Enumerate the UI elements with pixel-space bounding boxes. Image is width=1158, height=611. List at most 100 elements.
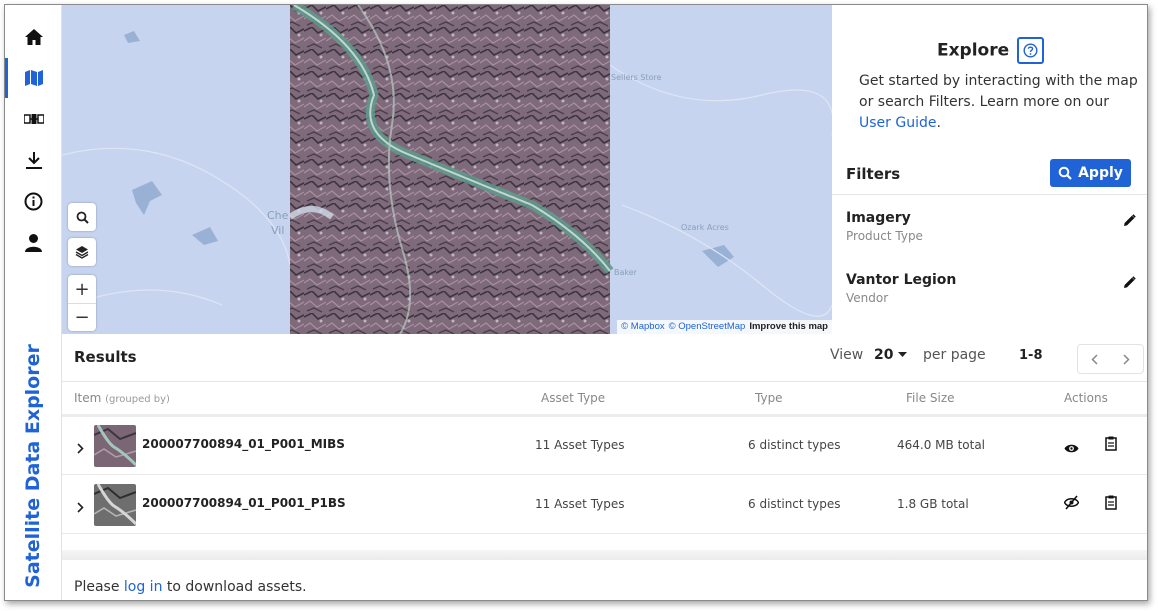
- filter-type: Product Type: [846, 229, 923, 243]
- explore-heading: Explore: [832, 37, 1147, 64]
- row-thumbnail: [94, 425, 136, 467]
- app-window: Satellite Data Explorer Sellers Store Oz…: [4, 4, 1148, 601]
- column-header-actions: Actions: [1064, 391, 1108, 405]
- mapbox-link[interactable]: © Mapbox: [621, 321, 664, 333]
- results-title: Results: [74, 348, 137, 366]
- edit-filter-button[interactable]: [1123, 274, 1136, 293]
- divider: [832, 194, 1147, 195]
- info-icon: [24, 192, 43, 210]
- divider: [62, 381, 1147, 382]
- map-view[interactable]: Sellers Store Ozark Acres Baker Che Vil …: [62, 5, 832, 334]
- map-label: Ozark Acres: [681, 223, 729, 232]
- view-label: View: [830, 347, 864, 363]
- zoom-controls: + −: [68, 275, 96, 331]
- eye-icon: [1064, 444, 1079, 453]
- explore-title: Explore: [936, 40, 1010, 61]
- explore-panel: Explore Get started by interacting with …: [832, 5, 1147, 334]
- filters-title: Filters: [846, 165, 901, 183]
- asset-types-cell: 11 Asset Types: [535, 438, 625, 452]
- prev-page-button[interactable]: [1078, 345, 1111, 373]
- map-label: Baker: [614, 268, 637, 277]
- expand-row-button[interactable]: [77, 498, 84, 517]
- satellite-button[interactable]: [5, 99, 62, 139]
- view-details-button[interactable]: [1105, 436, 1117, 455]
- pagination: [1077, 344, 1144, 374]
- zoom-in-button[interactable]: +: [68, 275, 96, 303]
- eye-off-icon: [1063, 495, 1080, 510]
- user-guide-link[interactable]: User Guide: [859, 115, 936, 131]
- file-size-cell: 1.8 GB total: [897, 497, 969, 511]
- info-button[interactable]: [5, 181, 62, 221]
- help-button[interactable]: [1017, 37, 1045, 64]
- per-page-value: 20: [874, 347, 894, 363]
- home-button[interactable]: [5, 17, 62, 57]
- asset-types-cell: 11 Asset Types: [535, 497, 625, 511]
- user-icon: [25, 233, 42, 252]
- filter-name: Imagery: [846, 210, 911, 226]
- map-layers-button[interactable]: [68, 238, 96, 266]
- toggle-visibility-button[interactable]: [1064, 439, 1079, 458]
- map-search-button[interactable]: [68, 203, 96, 231]
- account-button[interactable]: [5, 222, 62, 262]
- toggle-visibility-button[interactable]: [1063, 495, 1080, 514]
- next-page-button[interactable]: [1111, 345, 1144, 373]
- per-page-label: per page: [923, 347, 986, 363]
- item-name: 200007700894_01_P001_P1BS: [142, 496, 346, 510]
- map-icon: [24, 70, 43, 86]
- side-rail: Satellite Data Explorer: [5, 5, 62, 600]
- satellite-icon: [23, 114, 44, 124]
- type-cell: 6 distinct types: [748, 438, 841, 452]
- filter-item: Vantor Legion Vendor: [846, 272, 1136, 305]
- chevron-right-icon: [1123, 353, 1130, 365]
- map-label: Vil: [271, 224, 285, 237]
- question-icon: [1023, 43, 1038, 58]
- login-notice: Please log in to download assets.: [74, 579, 307, 595]
- download-button[interactable]: [5, 140, 62, 180]
- divider: [62, 550, 1147, 560]
- per-page-select[interactable]: 20: [874, 347, 908, 363]
- map-label: Sellers Store: [611, 73, 662, 82]
- pencil-icon: [1124, 276, 1136, 288]
- download-icon: [25, 152, 42, 169]
- map-label: Che: [267, 209, 289, 222]
- column-header-file-size: File Size: [906, 391, 955, 405]
- column-header-item: Item (grouped by): [74, 391, 170, 405]
- column-header-asset-type: Asset Type: [541, 391, 606, 405]
- zoom-out-button[interactable]: −: [68, 303, 96, 331]
- item-name: 200007700894_01_P001_MIBS: [142, 437, 345, 451]
- clipboard-icon: [1105, 495, 1117, 510]
- filter-type: Vendor: [846, 291, 889, 305]
- login-link[interactable]: log in: [124, 579, 163, 595]
- apply-button[interactable]: Apply: [1050, 159, 1131, 187]
- type-cell: 6 distinct types: [748, 497, 841, 511]
- pencil-icon: [1124, 214, 1136, 226]
- osm-link[interactable]: © OpenStreetMap: [669, 321, 746, 333]
- search-icon: [76, 211, 89, 224]
- filter-name: Vantor Legion: [846, 272, 957, 288]
- chevron-right-icon: [77, 443, 84, 454]
- page-range: 1-8: [1019, 348, 1043, 363]
- search-icon: [1058, 166, 1072, 180]
- explore-description: Get started by interacting with the map …: [859, 73, 1138, 131]
- column-header-type: Type: [755, 391, 783, 405]
- app-title: Satellite Data Explorer: [22, 344, 44, 588]
- apply-label: Apply: [1078, 165, 1123, 181]
- expand-row-button[interactable]: [77, 439, 84, 458]
- improve-map-link[interactable]: Improve this map: [749, 321, 828, 333]
- filter-item: Imagery Product Type: [846, 210, 1136, 243]
- results-panel: Results View 20 per page 1-8 Item (group…: [62, 334, 1147, 600]
- map-button[interactable]: [5, 58, 62, 98]
- table-row[interactable]: 200007700894_01_P001_P1BS 11 Asset Types…: [62, 476, 1147, 534]
- chevron-right-icon: [77, 502, 84, 513]
- map-attribution: © Mapbox © OpenStreetMap Improve this ma…: [617, 320, 832, 334]
- chevron-left-icon: [1091, 353, 1098, 365]
- clipboard-icon: [1105, 436, 1117, 451]
- caret-down-icon: [898, 352, 908, 357]
- home-icon: [24, 29, 43, 45]
- map-canvas: [62, 5, 832, 334]
- table-row[interactable]: 200007700894_01_P001_MIBS 11 Asset Types…: [62, 417, 1147, 475]
- file-size-cell: 464.0 MB total: [897, 438, 986, 452]
- row-thumbnail: [94, 484, 136, 526]
- edit-filter-button[interactable]: [1123, 212, 1136, 231]
- view-details-button[interactable]: [1105, 495, 1117, 514]
